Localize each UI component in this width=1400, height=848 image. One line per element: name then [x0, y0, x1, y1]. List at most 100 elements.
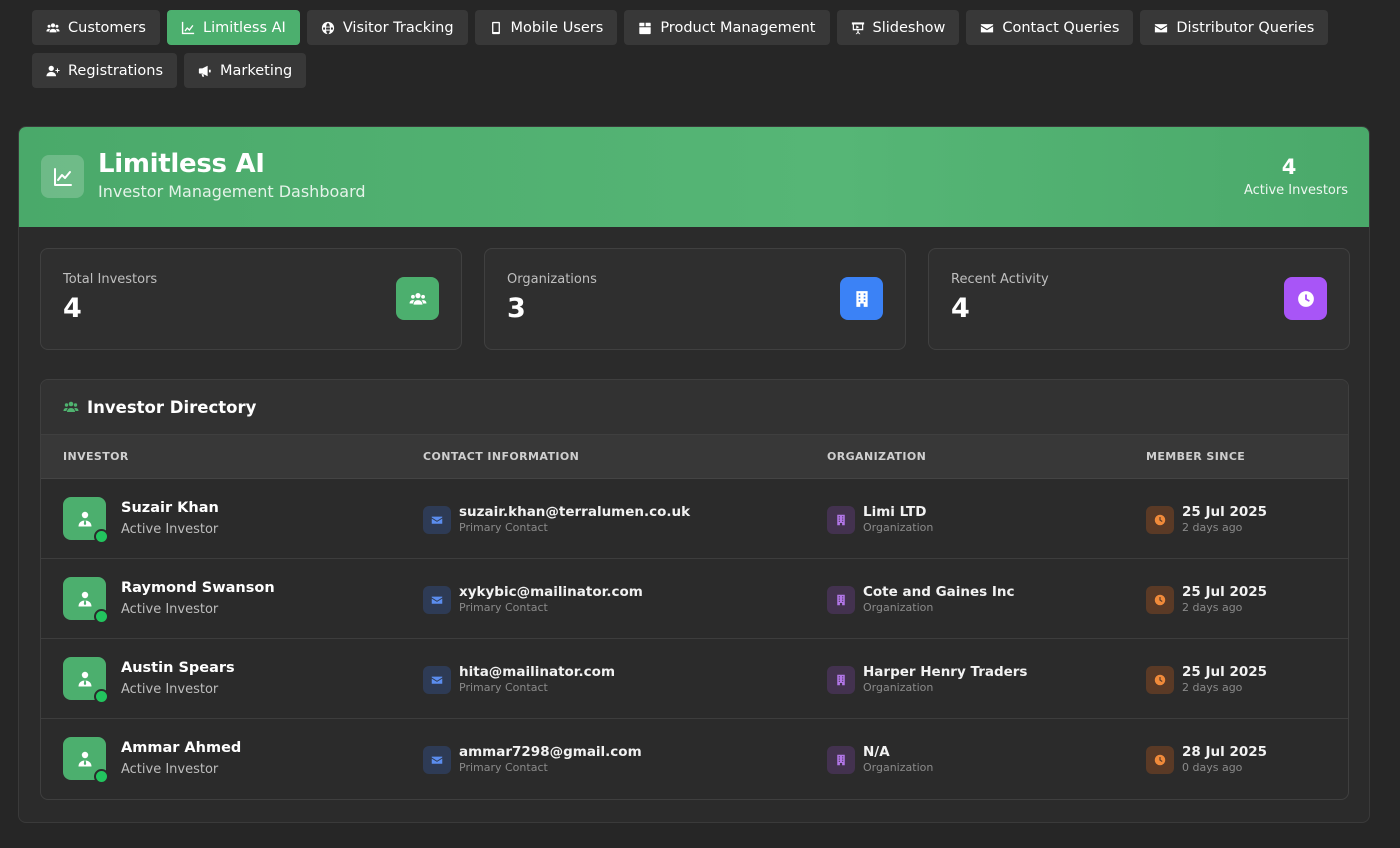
member-since-ago: 2 days ago	[1182, 521, 1243, 534]
nav-label: Mobile Users	[510, 19, 604, 36]
users-icon	[396, 277, 439, 320]
nav-label: Limitless AI	[203, 19, 286, 36]
users-icon	[46, 22, 60, 32]
member-since-date: 25 Jul 2025	[1182, 504, 1268, 520]
clock-icon	[1146, 586, 1174, 614]
box-icon	[639, 22, 651, 34]
stat-value: 4	[63, 293, 82, 324]
nav-label: Slideshow	[872, 19, 946, 36]
envelope-icon	[423, 506, 451, 534]
table-row[interactable]: Suzair Khan Active Investor suzair.khan@…	[41, 479, 1348, 559]
active-investors-count: 4	[1281, 155, 1297, 179]
building-icon	[827, 746, 855, 774]
nav-visitor-tracking[interactable]: Visitor Tracking	[306, 10, 468, 45]
nav-label: Registrations	[68, 62, 163, 79]
nav-mobile-users[interactable]: Mobile Users	[474, 10, 618, 45]
top-nav: Customers Limitless AI Visitor Tracking …	[32, 10, 1372, 88]
organization-name: N/A	[863, 744, 890, 760]
organization-name: Harper Henry Traders	[863, 664, 1028, 680]
nav-label: Distributor Queries	[1176, 19, 1315, 36]
table-row[interactable]: Raymond Swanson Active Investor xykybic@…	[41, 559, 1348, 639]
building-icon	[827, 586, 855, 614]
email-note: Primary Contact	[459, 601, 548, 614]
investor-email[interactable]: hita@mailinator.com	[459, 664, 615, 680]
investor-role: Active Investor	[121, 682, 219, 697]
table-header: INVESTOR CONTACT INFORMATION ORGANIZATIO…	[41, 435, 1348, 479]
investor-email[interactable]: xykybic@mailinator.com	[459, 584, 643, 600]
member-since-date: 28 Jul 2025	[1182, 744, 1268, 760]
envelope-icon	[1155, 23, 1168, 32]
nav-marketing[interactable]: Marketing	[184, 53, 307, 88]
stat-recent-activity: Recent Activity 4	[928, 248, 1350, 350]
envelope-icon	[423, 746, 451, 774]
nav-limitless-ai[interactable]: Limitless AI	[167, 10, 300, 45]
table-row[interactable]: Ammar Ahmed Active Investor ammar7298@gm…	[41, 719, 1348, 799]
clock-icon	[1146, 506, 1174, 534]
online-status-dot	[94, 609, 109, 624]
nav-label: Contact Queries	[1002, 19, 1120, 36]
investor-name: Austin Spears	[121, 660, 235, 676]
user-tie-icon	[78, 671, 91, 686]
user-tie-icon	[78, 511, 91, 526]
nav-slideshow[interactable]: Slideshow	[836, 10, 960, 45]
table-row[interactable]: Austin Spears Active Investor hita@maili…	[41, 639, 1348, 719]
dashboard-header: Limitless AI Investor Management Dashboa…	[19, 127, 1369, 227]
chart-line-icon	[41, 155, 84, 198]
stat-label: Recent Activity	[951, 272, 1049, 287]
stat-value: 3	[507, 293, 526, 324]
globe-icon	[321, 21, 334, 34]
clock-icon	[1146, 666, 1174, 694]
investor-role: Active Investor	[121, 602, 219, 617]
nav-product-management[interactable]: Product Management	[624, 10, 830, 45]
user-tie-icon	[78, 751, 91, 766]
slides-icon	[851, 21, 864, 34]
organization-note: Organization	[863, 761, 934, 774]
stats-row: Total Investors 4 Organizations 3 Recent…	[40, 248, 1350, 350]
organization-name: Cote and Gaines Inc	[863, 584, 1015, 600]
table-body: Suzair Khan Active Investor suzair.khan@…	[41, 479, 1348, 799]
investor-directory: Investor Directory INVESTOR CONTACT INFO…	[40, 379, 1349, 800]
nav-registrations[interactable]: Registrations	[32, 53, 177, 88]
directory-header: Investor Directory	[41, 380, 1348, 435]
nav-label: Product Management	[660, 19, 816, 36]
nav-distributor-queries[interactable]: Distributor Queries	[1140, 10, 1329, 45]
investor-name: Suzair Khan	[121, 500, 219, 516]
online-status-dot	[94, 769, 109, 784]
stat-organizations: Organizations 3	[484, 248, 906, 350]
clock-icon	[1146, 746, 1174, 774]
investor-email[interactable]: ammar7298@gmail.com	[459, 744, 642, 760]
chart-line-icon	[181, 21, 195, 34]
dashboard-card: Limitless AI Investor Management Dashboa…	[18, 126, 1370, 823]
nav-label: Customers	[68, 19, 146, 36]
stat-total-investors: Total Investors 4	[40, 248, 462, 350]
member-since-ago: 0 days ago	[1182, 761, 1243, 774]
investor-role: Active Investor	[121, 522, 219, 537]
member-since-ago: 2 days ago	[1182, 681, 1243, 694]
column-header-organization: ORGANIZATION	[827, 450, 927, 463]
investor-role: Active Investor	[121, 762, 219, 777]
nav-label: Marketing	[220, 62, 293, 79]
nav-label: Visitor Tracking	[342, 19, 454, 36]
column-header-investor: INVESTOR	[63, 450, 129, 463]
investor-name: Ammar Ahmed	[121, 740, 242, 756]
active-investors-label: Active Investors	[1243, 183, 1348, 198]
directory-title: Investor Directory	[87, 397, 257, 417]
nav-customers[interactable]: Customers	[32, 10, 160, 45]
envelope-icon	[981, 23, 994, 32]
member-since-date: 25 Jul 2025	[1182, 664, 1268, 680]
organization-note: Organization	[863, 521, 934, 534]
organization-note: Organization	[863, 681, 934, 694]
clock-icon	[1284, 277, 1327, 320]
investor-email[interactable]: suzair.khan@terralumen.co.uk	[459, 504, 690, 520]
column-header-member-since: MEMBER SINCE	[1146, 450, 1246, 463]
email-note: Primary Contact	[459, 761, 548, 774]
mobile-icon	[491, 21, 500, 34]
megaphone-icon	[198, 65, 211, 77]
nav-contact-queries[interactable]: Contact Queries	[966, 10, 1134, 45]
stat-label: Organizations	[507, 272, 597, 287]
email-note: Primary Contact	[459, 521, 548, 534]
user-tie-icon	[78, 591, 91, 606]
users-icon	[63, 401, 79, 412]
user-plus-icon	[46, 65, 60, 76]
page-subtitle: Investor Management Dashboard	[98, 182, 366, 201]
